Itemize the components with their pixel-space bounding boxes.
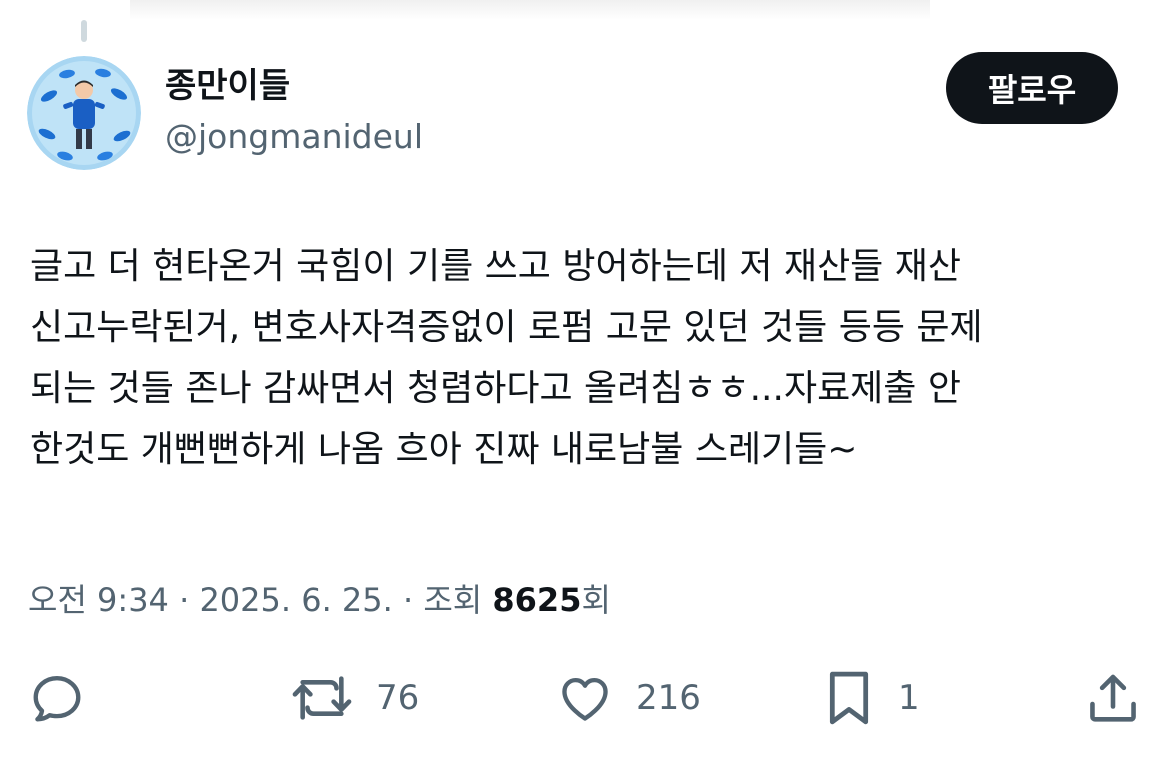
tweet-text-line: 한것도 개뻔뻔하게 나옴 흐아 진짜 내로남불 스레기들~ xyxy=(30,429,858,470)
like-count: 216 xyxy=(636,678,701,718)
previous-tweet-edge xyxy=(130,0,930,20)
share-button[interactable] xyxy=(1084,668,1142,728)
tweet-text-line: 글고 더 현타온거 국힘이 기를 쓰고 방어하는데 저 재산들 재산 xyxy=(30,246,961,287)
bookmark-icon xyxy=(829,671,869,725)
meta-separator: · xyxy=(179,581,190,619)
views-suffix: 회 xyxy=(581,581,611,619)
avatar[interactable] xyxy=(27,56,141,170)
retweet-count: 76 xyxy=(376,678,420,718)
views-count: 8625 xyxy=(492,581,582,619)
follow-button[interactable]: 팔로우 xyxy=(946,52,1118,124)
tweet-text-line: 되는 것들 존나 감싸면서 청렴하다고 올려침ㅎㅎ...자료제출 안 xyxy=(30,368,961,409)
like-button[interactable]: 216 xyxy=(556,668,701,728)
retweet-button[interactable]: 76 xyxy=(290,668,419,728)
tweet-text-line: 신고누락된거, 변호사자격증없이 로펌 고문 있던 것들 등등 문제 xyxy=(30,307,983,348)
share-icon xyxy=(1090,674,1136,722)
author-handle[interactable]: @jongmanideul xyxy=(165,115,423,159)
avatar-image xyxy=(27,56,141,170)
tweet-date[interactable]: 2025. 6. 25. xyxy=(199,581,392,619)
tweet-time[interactable]: 오전 9:34 xyxy=(28,581,169,619)
author-display-name[interactable]: 종만이들 xyxy=(165,64,290,108)
views-label: 조회 xyxy=(423,581,483,619)
bookmark-count: 1 xyxy=(898,678,920,718)
retweet-icon xyxy=(292,676,352,720)
tweet-meta: 오전 9:34 · 2025. 6. 25. · 조회 8625회 xyxy=(28,578,611,622)
meta-separator: · xyxy=(402,581,414,619)
thread-connector-line xyxy=(81,20,87,42)
tweet-text: 글고 더 현타온거 국힘이 기를 쓰고 방어하는데 저 재산들 재산 신고누락된… xyxy=(30,236,1145,480)
bookmark-button[interactable]: 1 xyxy=(822,668,920,728)
reply-button[interactable] xyxy=(28,668,86,728)
heart-icon xyxy=(562,677,608,721)
reply-icon xyxy=(33,676,81,722)
